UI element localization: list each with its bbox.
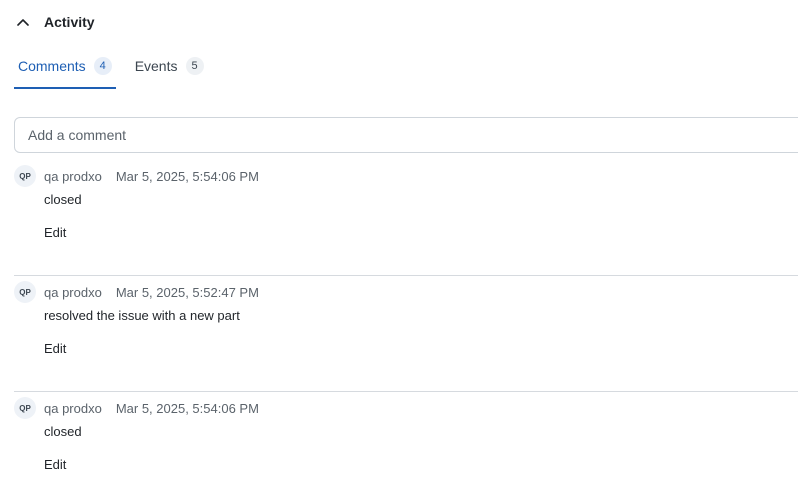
comment-author: qa prodxo [44, 400, 102, 416]
comment-author: qa prodxo [44, 284, 102, 300]
comment-timestamp: Mar 5, 2025, 5:54:06 PM [115, 400, 259, 416]
avatar: QP [14, 397, 36, 419]
chevron-up-icon [14, 13, 32, 31]
comment-body: resolved the issue with a new part [44, 308, 240, 323]
tab-count-badge: 5 [185, 57, 204, 75]
tab-label: Comments [18, 58, 86, 74]
edit-comment-button[interactable]: Edit [44, 341, 66, 356]
tab-label: Events [134, 58, 178, 74]
edit-comment-button[interactable]: Edit [44, 457, 66, 472]
tab-comments[interactable]: Comments 4 [14, 52, 116, 89]
comment-item: QP qa prodxo Mar 5, 2025, 5:52:47 PM res… [14, 276, 798, 392]
activity-panel: Activity Comments 4 Events 5 QP qa prodx… [0, 0, 798, 490]
comment-header: QP qa prodxo Mar 5, 2025, 5:54:06 PM [14, 396, 259, 420]
section-title: Activity [44, 14, 95, 30]
comment-body: closed [44, 192, 82, 207]
tab-count-badge: 4 [93, 57, 112, 75]
avatar: QP [14, 281, 36, 303]
activity-tabs: Comments 4 Events 5 [14, 52, 223, 89]
comment-header: QP qa prodxo Mar 5, 2025, 5:54:06 PM [14, 164, 259, 188]
add-comment-input[interactable] [14, 117, 798, 153]
comment-header: QP qa prodxo Mar 5, 2025, 5:52:47 PM [14, 280, 259, 304]
avatar: QP [14, 165, 36, 187]
comment-item: QP qa prodxo Mar 5, 2025, 5:54:06 PM clo… [14, 392, 798, 490]
activity-section-toggle[interactable]: Activity [14, 10, 95, 34]
comment-timestamp: Mar 5, 2025, 5:54:06 PM [115, 168, 259, 184]
comment-body: closed [44, 424, 82, 439]
comment-timestamp: Mar 5, 2025, 5:52:47 PM [115, 284, 259, 300]
comment-author: qa prodxo [44, 168, 102, 184]
comment-item: QP qa prodxo Mar 5, 2025, 5:54:06 PM clo… [14, 160, 798, 276]
edit-comment-button[interactable]: Edit [44, 225, 66, 240]
tab-events[interactable]: Events 5 [131, 52, 208, 89]
